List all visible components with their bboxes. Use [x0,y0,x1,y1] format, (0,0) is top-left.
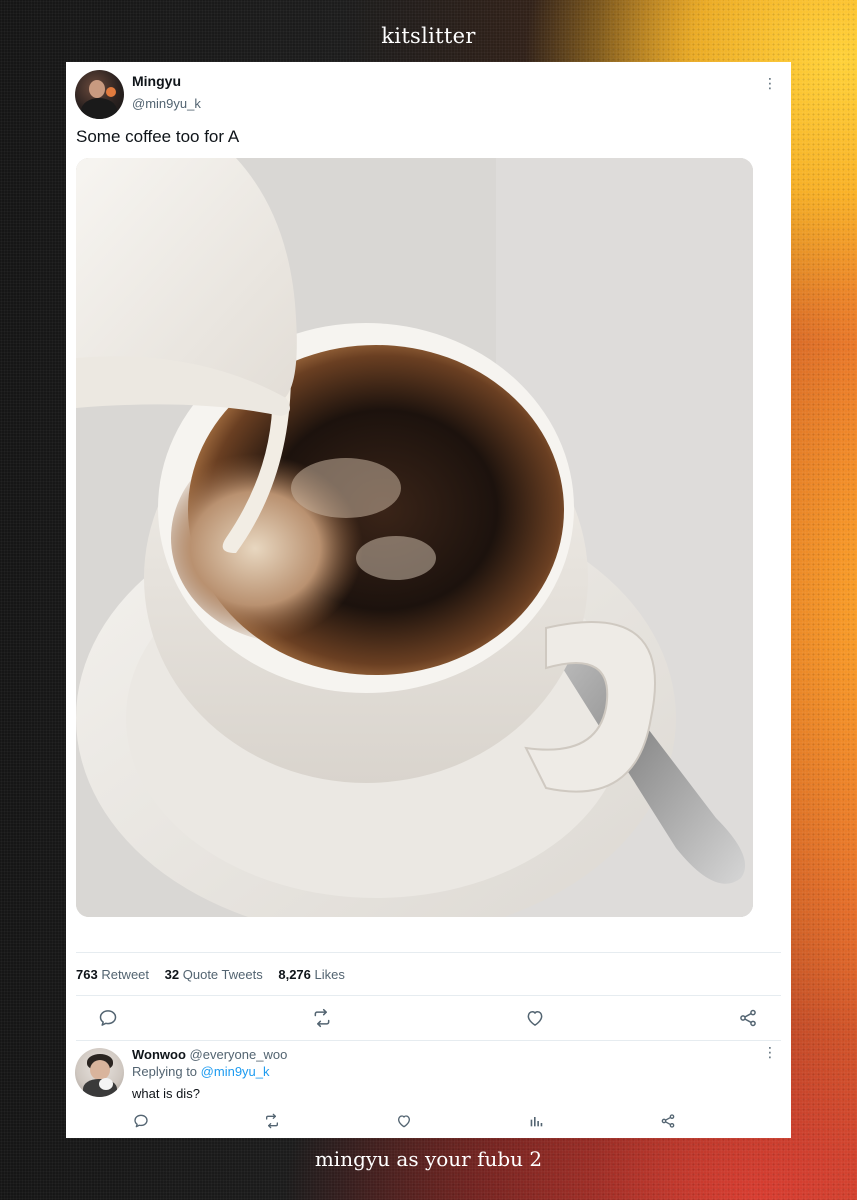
divider [76,995,781,996]
tweet-card: Mingyu @min9yu_k ⋮ Some coffee too for A [66,62,791,1138]
reply-author-avatar[interactable] [75,1048,124,1097]
watermark-top: kitslitter [381,24,476,48]
quote-label: Quote Tweets [182,967,263,982]
retweet-label: Retweet [101,967,150,982]
retweet-icon[interactable] [311,1008,333,1028]
divider [76,1040,781,1041]
reply-like-icon[interactable] [396,1113,412,1129]
share-icon[interactable] [738,1008,758,1028]
replying-to-mention[interactable]: @min9yu_k [201,1064,270,1079]
divider [76,952,781,953]
quote-count: 32 [164,967,180,982]
tweet-stats: 763 Retweet 32 Quote Tweets 8,276 Likes [76,967,357,982]
author-name[interactable]: Mingyu [132,73,181,89]
reply-author-line: Wonwoo @everyone_woo [132,1047,287,1062]
like-icon[interactable] [525,1008,545,1028]
like-label: Likes [314,967,345,982]
like-count: 8,276 [278,967,311,982]
coffee-photo-illustration [76,158,753,917]
reply-author-handle[interactable]: @everyone_woo [190,1047,288,1062]
reply-retweet-icon[interactable] [263,1113,281,1129]
reply-analytics-icon[interactable] [528,1113,544,1129]
replying-to-prefix: Replying to [132,1064,198,1079]
tweet-text: Some coffee too for A [76,127,240,146]
author-avatar[interactable] [75,70,124,119]
more-options-icon[interactable]: ⋮ [763,76,777,90]
like-stat[interactable]: 8,276 Likes [278,967,345,982]
reply-icon[interactable] [98,1008,118,1028]
caption-bottom: mingyu as your fubu 2 [314,1147,543,1171]
reply-text: what is dis? [132,1086,200,1101]
reply-reply-icon[interactable] [133,1113,149,1129]
tweet-photo[interactable] [76,158,753,917]
reply-author-name[interactable]: Wonwoo [132,1047,186,1062]
replying-to-line: Replying to @min9yu_k [132,1064,270,1079]
reply-more-options-icon[interactable]: ⋮ [763,1045,777,1059]
retweet-count: 763 [76,967,98,982]
author-handle[interactable]: @min9yu_k [132,96,201,111]
reply-share-icon[interactable] [660,1113,676,1129]
retweet-stat[interactable]: 763 Retweet [76,967,149,982]
quote-stat[interactable]: 32 Quote Tweets [165,967,263,982]
